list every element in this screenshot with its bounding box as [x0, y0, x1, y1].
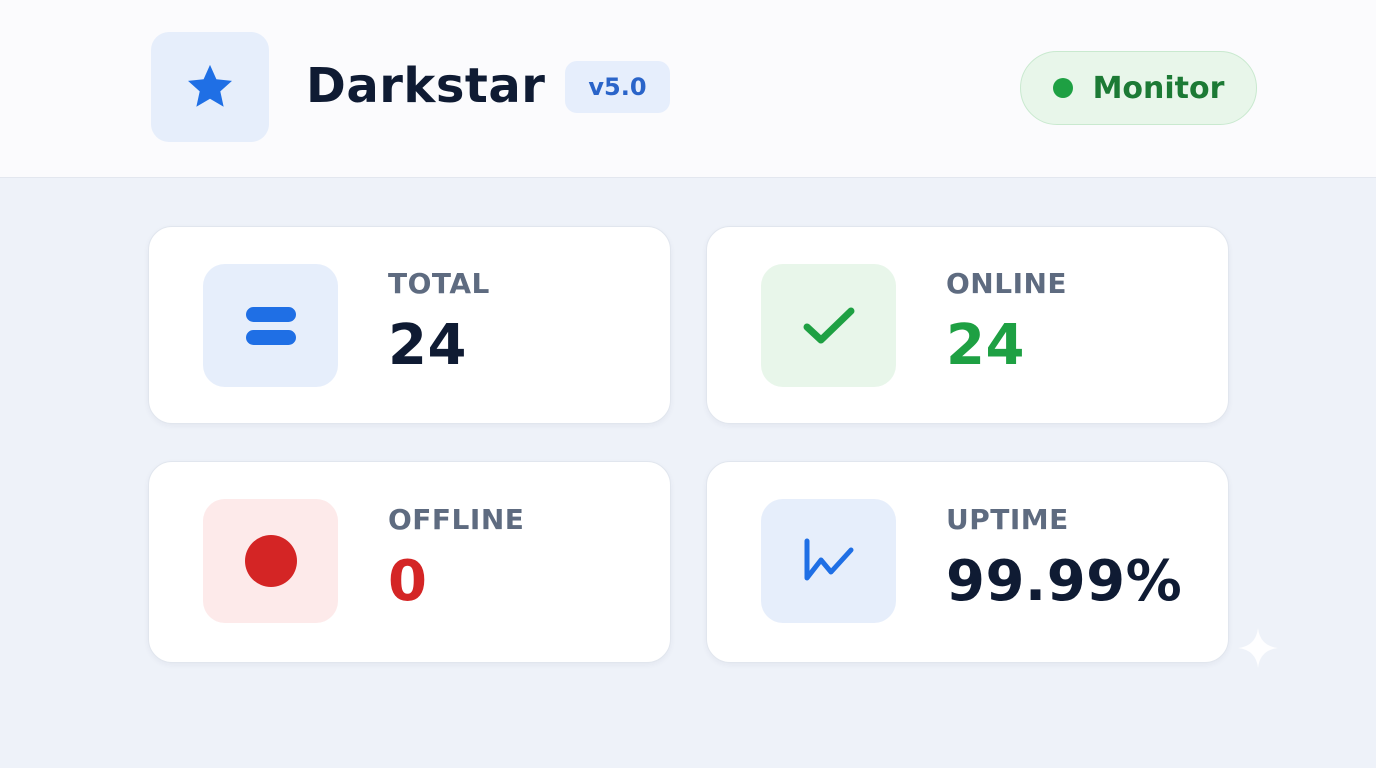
- trend-line-icon: [804, 538, 853, 581]
- stat-card-total: TOTAL 24: [148, 226, 671, 424]
- stat-label: UPTIME: [946, 503, 1069, 536]
- stat-value: 24: [946, 313, 1025, 378]
- equals-icon: [245, 306, 296, 345]
- stat-label: TOTAL: [388, 267, 490, 300]
- stat-value: 24: [388, 313, 467, 378]
- stat-card-online: ONLINE 24: [706, 226, 1229, 424]
- monitor-status-button[interactable]: Monitor: [1020, 51, 1257, 125]
- stat-value: 0: [388, 549, 428, 614]
- stat-card-offline: OFFLINE 0: [148, 461, 671, 663]
- status-dot-icon: [1052, 78, 1073, 98]
- sparkle-icon: [1238, 628, 1278, 668]
- star-icon: [188, 64, 232, 107]
- offline-icon-box: [203, 499, 338, 623]
- version-badge: v5.0: [565, 61, 670, 113]
- checkmark-icon: [803, 307, 854, 343]
- stat-card-uptime: UPTIME 99.99%: [706, 461, 1229, 663]
- stat-label: ONLINE: [946, 267, 1068, 300]
- app-title: Darkstar: [306, 58, 546, 114]
- online-icon-box: [761, 264, 896, 387]
- uptime-icon-box: [761, 499, 896, 623]
- red-dot-icon: [244, 535, 297, 587]
- stat-value: 99.99%: [946, 549, 1183, 614]
- total-icon-box: [203, 264, 338, 387]
- app-logo: [151, 32, 269, 142]
- app-header: Darkstar v5.0 Monitor: [0, 0, 1376, 178]
- monitor-status-label: Monitor: [1092, 70, 1225, 106]
- stat-label: OFFLINE: [388, 503, 525, 536]
